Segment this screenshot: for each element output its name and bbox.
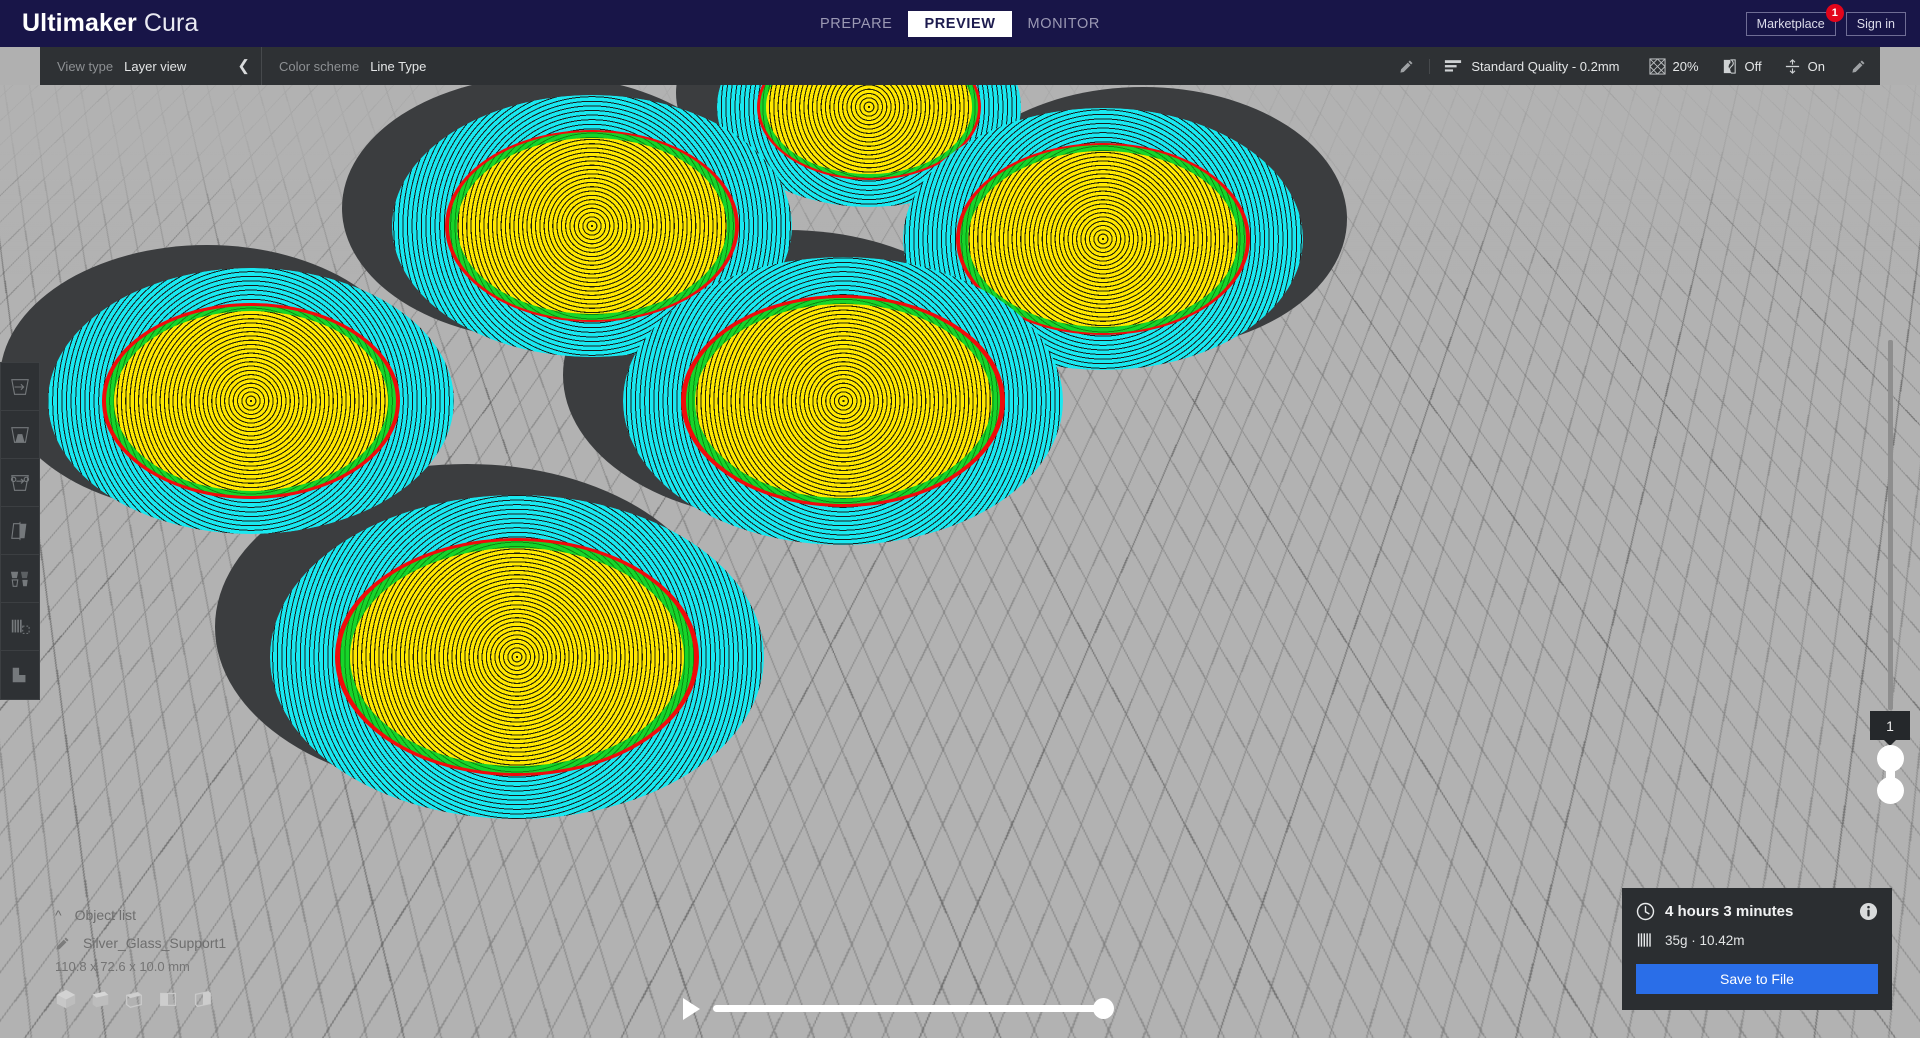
color-scheme-label: Color scheme	[279, 58, 360, 74]
info-icon[interactable]	[1859, 902, 1878, 926]
infill-value: 20%	[1672, 58, 1699, 74]
marketplace-notification-badge: 1	[1825, 3, 1844, 22]
pencil-icon[interactable]	[1384, 58, 1431, 74]
preview-settings-toolbar: View type Layer view ❮ Color scheme Line…	[40, 47, 1880, 85]
tab-monitor[interactable]: MONITOR	[1012, 11, 1116, 37]
info-icon-glyph	[1859, 902, 1878, 921]
tab-prepare[interactable]: PREPARE	[804, 11, 908, 37]
support-blocker-icon	[11, 619, 30, 634]
marketplace-button[interactable]: Marketplace 1	[1745, 3, 1844, 36]
rotate-icon	[10, 474, 30, 491]
chevron-up-icon: ^	[55, 907, 62, 923]
per-model-settings-tool-button[interactable]	[1, 555, 39, 603]
profile-selector[interactable]: Standard Quality - 0.2mm	[1430, 59, 1637, 74]
move-tool-button[interactable]	[1, 363, 39, 411]
view-top-icon[interactable]	[123, 988, 145, 1010]
edit-print-settings-button[interactable]	[1836, 59, 1880, 74]
camera-view-buttons	[55, 988, 355, 1010]
filament-icon	[1637, 933, 1651, 947]
support-value: Off	[1744, 58, 1762, 74]
view-type-label: View type	[57, 58, 114, 74]
play-icon[interactable]	[683, 998, 700, 1020]
object-list-label: Object list	[74, 907, 137, 923]
infill-lines	[350, 547, 684, 767]
object-dimensions: 110.8 x 72.6 x 10.0 mm	[55, 959, 190, 974]
rotate-tool-button[interactable]	[1, 459, 39, 507]
infill-lines	[113, 311, 389, 491]
save-to-file-button[interactable]: Save to File	[1636, 964, 1878, 994]
print-settings-summary: Standard Quality - 0.2mm 20% Off On	[1384, 47, 1880, 85]
view-front-icon[interactable]	[89, 988, 111, 1010]
cut-tool-button[interactable]	[1, 651, 39, 699]
sliced-model-disc[interactable]	[623, 256, 1063, 546]
chevron-left-icon[interactable]: ❮	[237, 59, 250, 74]
view-3d-icon[interactable]	[55, 988, 77, 1010]
layer-height-icon	[1445, 59, 1462, 72]
adhesion-value: On	[1807, 58, 1825, 74]
print-time-row: 4 hours 3 minutes	[1636, 902, 1878, 921]
material-usage-row: 35g · 10.42m	[1636, 932, 1878, 948]
pencil-icon	[1851, 60, 1864, 73]
material-usage-estimate: 35g · 10.42m	[1665, 932, 1745, 948]
adhesion-icon	[1785, 58, 1799, 74]
view-left-icon[interactable]	[157, 988, 179, 1010]
application-title-bar: Ultimaker Cura PREPARE PREVIEW MONITOR M…	[0, 0, 1920, 47]
print-time-estimate: 4 hours 3 minutes	[1665, 903, 1794, 920]
scale-icon	[11, 426, 29, 443]
3d-viewport[interactable]: 1 ^ Object list Silver_Glass_Support1 11…	[0, 85, 1920, 1038]
support-blocker-tool-button[interactable]	[1, 603, 39, 651]
stage-tab-bar: PREPARE PREVIEW MONITOR	[0, 0, 1920, 47]
infill-icon	[1648, 57, 1666, 75]
layer-slider-lower-handle[interactable]	[1877, 777, 1904, 804]
print-information-panel: 4 hours 3 minutes 35g · 10.42m Save to F…	[1622, 888, 1892, 1010]
color-scheme-selector[interactable]: Color scheme Line Type	[262, 47, 1384, 85]
infill-setting[interactable]: 20%	[1638, 57, 1710, 75]
clock-icon	[1636, 902, 1655, 921]
infill-lines	[457, 137, 727, 315]
profile-value: Standard Quality - 0.2mm	[1471, 58, 1620, 74]
layer-slider-track[interactable]	[1888, 340, 1893, 710]
support-icon	[1723, 58, 1736, 74]
layer-slider-upper-handle[interactable]	[1877, 745, 1904, 772]
object-list-panel: ^ Object list Silver_Glass_Support1 110.…	[55, 907, 355, 1010]
infill-lines	[968, 150, 1238, 328]
layer-slider-value-tooltip: 1	[1870, 711, 1910, 740]
object-name: Silver_Glass_Support1	[83, 935, 227, 951]
pencil-icon-glyph	[1400, 60, 1413, 73]
tab-preview[interactable]: PREVIEW	[908, 10, 1012, 37]
simulation-slider-handle[interactable]	[1093, 998, 1114, 1019]
view-type-value: Layer view	[124, 58, 187, 74]
pencil-icon	[56, 937, 69, 950]
color-scheme-value: Line Type	[370, 58, 427, 74]
per-model-settings-icon	[10, 571, 29, 587]
sign-in-button[interactable]: Sign in	[1845, 11, 1906, 36]
marketplace-label: Marketplace	[1756, 16, 1825, 31]
sliced-model-disc[interactable]	[48, 268, 454, 534]
view-type-selector[interactable]: View type Layer view ❮	[40, 47, 262, 85]
mirror-tool-button[interactable]	[1, 507, 39, 555]
mirror-icon	[11, 521, 27, 540]
support-setting[interactable]: Off	[1710, 58, 1773, 75]
view-right-icon[interactable]	[191, 988, 213, 1010]
scale-tool-button[interactable]	[1, 411, 39, 459]
adhesion-setting[interactable]: On	[1773, 58, 1836, 75]
simulation-slider-track[interactable]	[713, 1005, 1113, 1012]
model-tools-sidebar	[0, 362, 40, 700]
step-icon	[12, 667, 26, 683]
object-list-header[interactable]: ^ Object list	[55, 907, 355, 923]
account-area: Marketplace 1 Sign in	[1745, 0, 1906, 47]
move-icon	[11, 378, 29, 395]
object-list-item[interactable]: Silver_Glass_Support1	[55, 935, 355, 951]
infill-lines	[694, 303, 992, 499]
sliced-model-disc[interactable]	[270, 495, 764, 819]
